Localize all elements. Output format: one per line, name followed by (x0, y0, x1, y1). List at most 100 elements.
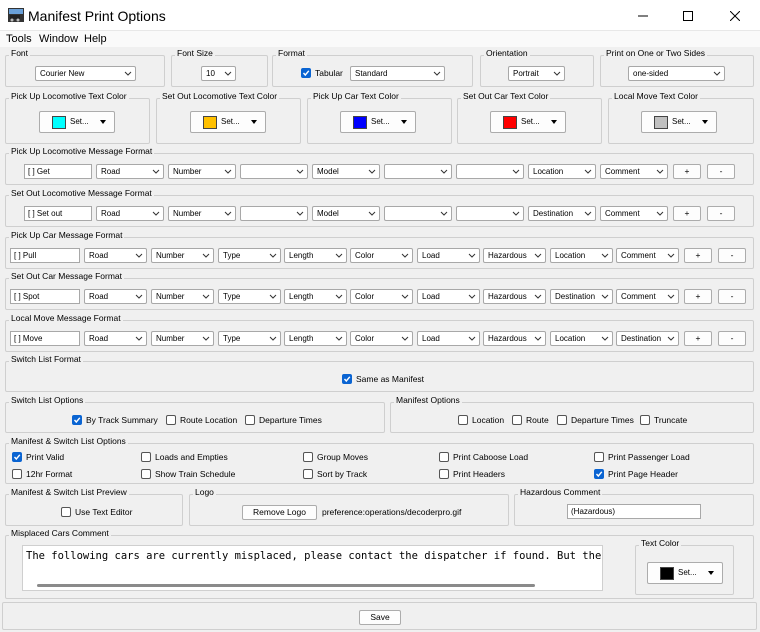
pickup-loco-field-7[interactable]: Location (528, 164, 596, 179)
by-track-summary-checkbox[interactable] (72, 415, 82, 425)
manifest-departure-times-checkbox[interactable] (557, 415, 567, 425)
local-move-field-8[interactable]: Location (550, 331, 613, 346)
print-page-header-checkbox[interactable] (594, 469, 604, 479)
pickup-car-prefix-field[interactable]: [ ] Pull (10, 248, 80, 263)
pickup-loco-field-5[interactable] (384, 164, 452, 179)
setout-car-field-8[interactable]: Destination (550, 289, 613, 304)
local-move-field-9[interactable]: Destination (616, 331, 679, 346)
setout-car-field-9[interactable]: Comment (616, 289, 679, 304)
group-moves-checkbox[interactable] (303, 452, 313, 462)
local-move-field-3[interactable]: Type (218, 331, 281, 346)
local-move-field-2[interactable]: Number (151, 331, 214, 346)
local-move-field-4[interactable]: Length (284, 331, 347, 346)
pickup-loco-add-button[interactable]: + (673, 164, 701, 179)
setout-loco-field-1[interactable]: Road (96, 206, 164, 221)
loads-and-empties-checkbox[interactable] (141, 452, 151, 462)
setout-car-remove-button[interactable]: - (718, 289, 746, 304)
orientation-select[interactable]: Portrait (508, 66, 565, 81)
pickup-car-add-button[interactable]: + (684, 248, 712, 263)
font-select[interactable]: Courier New (35, 66, 136, 81)
setout-loco-field-3[interactable] (240, 206, 308, 221)
horizontal-scrollbar[interactable] (37, 584, 535, 587)
show-train-schedule-checkbox[interactable] (141, 469, 151, 479)
menu-window[interactable]: Window (39, 33, 78, 45)
setout-loco-remove-button[interactable]: - (707, 206, 735, 221)
misplaced-text-color-button[interactable]: Set... (647, 562, 723, 584)
pickup-loco-field-2[interactable]: Number (168, 164, 236, 179)
misplaced-comment-textarea[interactable]: The following cars are currently misplac… (22, 545, 603, 591)
remove-logo-button[interactable]: Remove Logo (242, 505, 317, 520)
setout-car-field-4[interactable]: Length (284, 289, 347, 304)
setout-loco-color-button[interactable]: Set... (190, 111, 266, 133)
pickup-car-remove-button[interactable]: - (718, 248, 746, 263)
pickup-car-field-9[interactable]: Comment (616, 248, 679, 263)
setout-loco-field-2[interactable]: Number (168, 206, 236, 221)
maximize-button[interactable] (665, 0, 711, 31)
menu-help[interactable]: Help (84, 33, 107, 45)
setout-loco-field-4[interactable]: Model (312, 206, 380, 221)
pickup-car-field-1[interactable]: Road (84, 248, 147, 263)
setout-car-field-7[interactable]: Hazardous (483, 289, 546, 304)
pickup-loco-field-4[interactable]: Model (312, 164, 380, 179)
pickup-loco-field-1[interactable]: Road (96, 164, 164, 179)
setout-car-field-2[interactable]: Number (151, 289, 214, 304)
manifest-route-checkbox[interactable] (512, 415, 522, 425)
setout-loco-field-6[interactable] (456, 206, 524, 221)
setout-car-field-5[interactable]: Color (350, 289, 413, 304)
pickup-loco-remove-button[interactable]: - (707, 164, 735, 179)
setout-loco-prefix-field[interactable]: [ ] Set out (24, 206, 92, 221)
hazardous-comment-field[interactable]: (Hazardous) (567, 504, 701, 519)
setout-car-add-button[interactable]: + (684, 289, 712, 304)
print-headers-checkbox[interactable] (439, 469, 449, 479)
setout-car-color-button[interactable]: Set... (490, 111, 566, 133)
local-move-remove-button[interactable]: - (718, 331, 746, 346)
setout-loco-field-7[interactable]: Destination (528, 206, 596, 221)
pickup-loco-prefix-field[interactable]: [ ] Get (24, 164, 92, 179)
pickup-car-field-7[interactable]: Hazardous (483, 248, 546, 263)
local-move-color-button[interactable]: Set... (641, 111, 717, 133)
12hr-format-checkbox[interactable] (12, 469, 22, 479)
pickup-loco-field-3[interactable] (240, 164, 308, 179)
local-move-field-1[interactable]: Road (84, 331, 147, 346)
setout-car-field-3[interactable]: Type (218, 289, 281, 304)
setout-loco-field-8[interactable]: Comment (600, 206, 668, 221)
setout-loco-add-button[interactable]: + (673, 206, 701, 221)
use-text-editor-checkbox[interactable] (61, 507, 71, 517)
local-move-field-7[interactable]: Hazardous (483, 331, 546, 346)
menu-tools[interactable]: Tools (6, 33, 32, 45)
setout-car-prefix-field[interactable]: [ ] Spot (10, 289, 80, 304)
setout-car-field-1[interactable]: Road (84, 289, 147, 304)
tabular-checkbox[interactable] (301, 68, 311, 78)
sort-by-track-checkbox[interactable] (303, 469, 313, 479)
close-button[interactable] (712, 0, 758, 31)
print-passenger-load-checkbox[interactable] (594, 452, 604, 462)
format-select[interactable]: Standard (350, 66, 445, 81)
print-valid-checkbox[interactable] (12, 452, 22, 462)
pickup-car-field-3[interactable]: Type (218, 248, 281, 263)
pickup-car-field-5[interactable]: Color (350, 248, 413, 263)
pickup-car-color-button[interactable]: Set... (340, 111, 416, 133)
pickup-loco-field-8[interactable]: Comment (600, 164, 668, 179)
sides-select[interactable]: one-sided (628, 66, 725, 81)
pickup-car-field-8[interactable]: Location (550, 248, 613, 263)
pickup-car-field-6[interactable]: Load (417, 248, 480, 263)
save-button[interactable]: Save (359, 610, 401, 625)
same-as-manifest-checkbox[interactable] (342, 374, 352, 384)
truncate-checkbox[interactable] (640, 415, 650, 425)
setout-loco-field-5[interactable] (384, 206, 452, 221)
print-caboose-load-checkbox[interactable] (439, 452, 449, 462)
departure-times-checkbox[interactable] (245, 415, 255, 425)
setout-car-field-6[interactable]: Load (417, 289, 480, 304)
pickup-car-field-4[interactable]: Length (284, 248, 347, 263)
pickup-loco-color-button[interactable]: Set... (39, 111, 115, 133)
local-move-field-6[interactable]: Load (417, 331, 480, 346)
pickup-car-field-2[interactable]: Number (151, 248, 214, 263)
local-move-prefix-field[interactable]: [ ] Move (10, 331, 80, 346)
font-size-select[interactable]: 10 (201, 66, 236, 81)
local-move-field-5[interactable]: Color (350, 331, 413, 346)
minimize-button[interactable] (620, 0, 666, 31)
local-move-add-button[interactable]: + (684, 331, 712, 346)
manifest-location-checkbox[interactable] (458, 415, 468, 425)
route-location-checkbox[interactable] (166, 415, 176, 425)
pickup-loco-field-6[interactable] (456, 164, 524, 179)
